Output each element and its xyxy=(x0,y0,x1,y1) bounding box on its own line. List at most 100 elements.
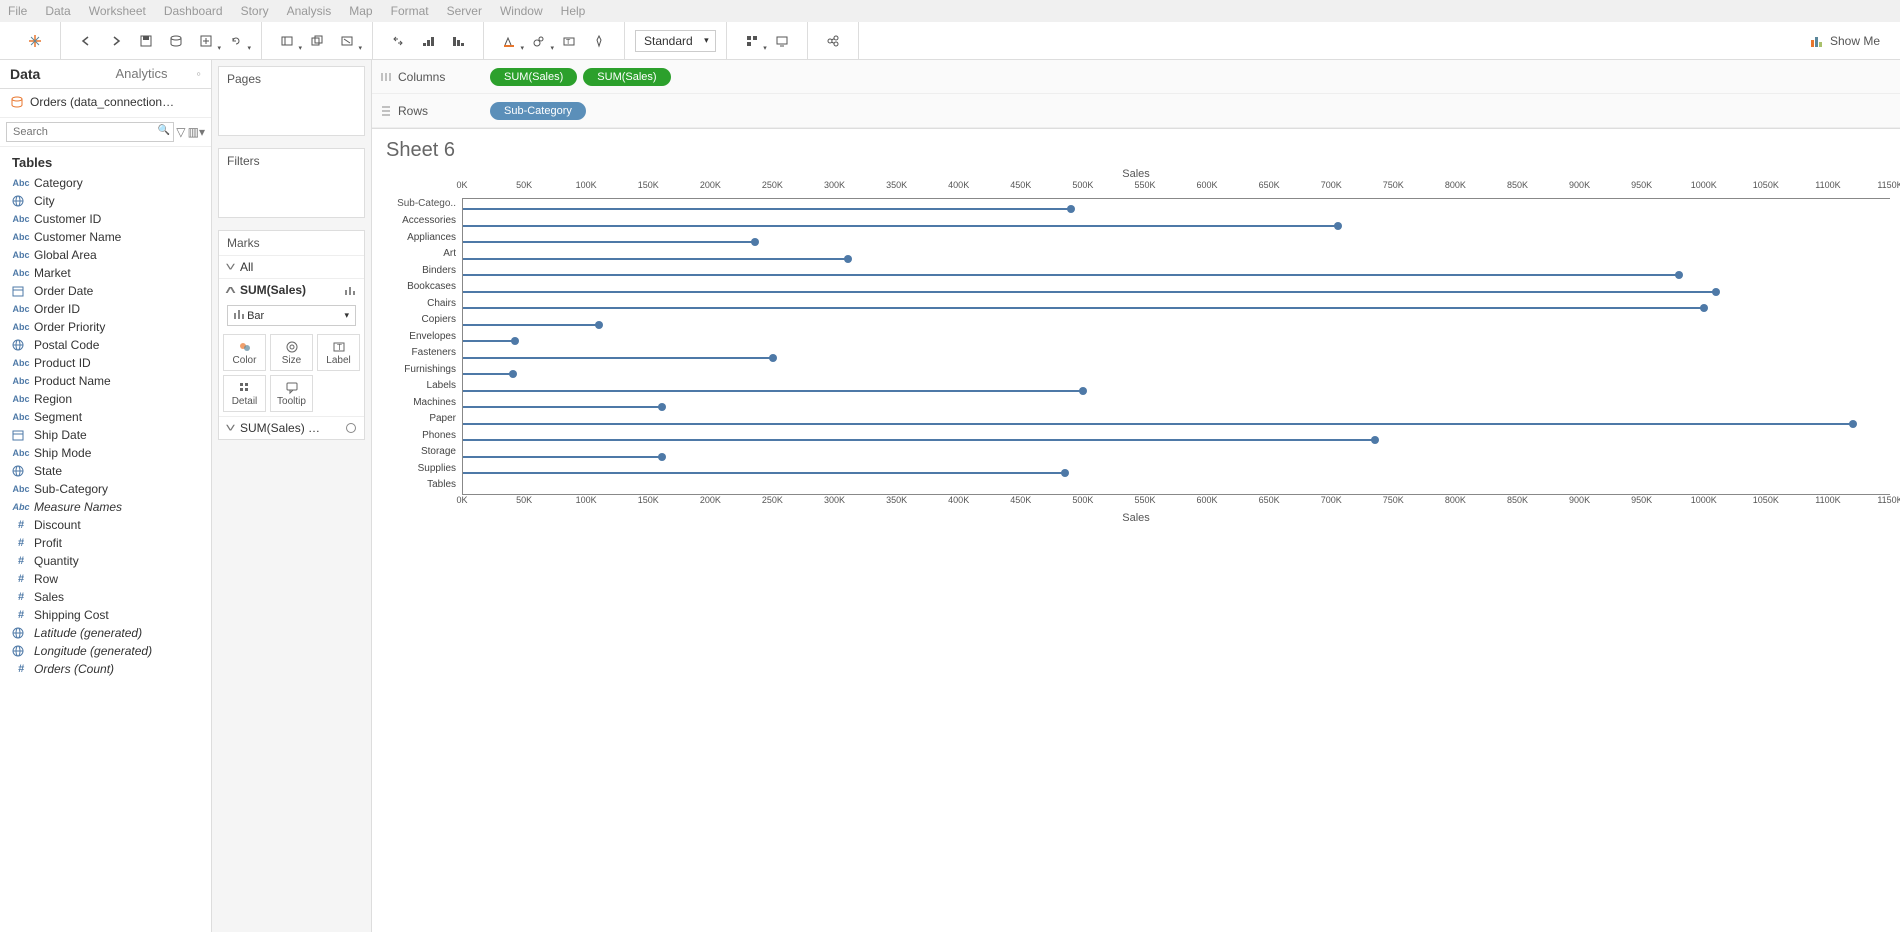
refresh-icon[interactable] xyxy=(223,28,249,54)
field-product-name[interactable]: AbcProduct Name xyxy=(4,372,207,390)
pin-icon[interactable] xyxy=(586,28,612,54)
swap-axes-icon[interactable] xyxy=(385,28,411,54)
back-icon[interactable] xyxy=(73,28,99,54)
field-type-icon xyxy=(12,285,30,297)
marks-sum-sales-1[interactable]: SUM(Sales) xyxy=(219,278,364,301)
new-worksheet-icon[interactable] xyxy=(193,28,219,54)
field-type-icon: Abc xyxy=(12,447,30,459)
swap-icon[interactable] xyxy=(274,28,300,54)
menu-worksheet[interactable]: Worksheet xyxy=(89,4,146,18)
menu-map[interactable]: Map xyxy=(349,4,372,18)
field-market[interactable]: AbcMarket xyxy=(4,264,207,282)
sheet-title[interactable]: Sheet 6 xyxy=(372,129,1900,168)
fit-select[interactable]: Standard xyxy=(635,30,716,52)
search-input[interactable] xyxy=(6,122,174,142)
menu-story[interactable]: Story xyxy=(241,4,269,18)
tables-header: Tables xyxy=(0,147,211,174)
field-global-area[interactable]: AbcGlobal Area xyxy=(4,246,207,264)
rows-shelf[interactable]: Rows Sub-Category xyxy=(372,94,1900,128)
marks-sum-sales-2[interactable]: SUM(Sales) … xyxy=(219,416,364,439)
field-orders-count-[interactable]: #Orders (Count) xyxy=(4,660,207,678)
forward-icon[interactable] xyxy=(103,28,129,54)
duplicate-icon[interactable] xyxy=(304,28,330,54)
tooltip-icon xyxy=(271,380,312,396)
pages-card[interactable]: Pages xyxy=(218,66,365,136)
field-state[interactable]: State xyxy=(4,462,207,480)
menu-data[interactable]: Data xyxy=(45,4,70,18)
save-icon[interactable] xyxy=(133,28,159,54)
tableau-logo-icon[interactable] xyxy=(22,28,48,54)
field-quantity[interactable]: #Quantity xyxy=(4,552,207,570)
menu-help[interactable]: Help xyxy=(561,4,586,18)
bar-row xyxy=(463,317,1890,334)
field-ship-date[interactable]: Ship Date xyxy=(4,426,207,444)
pill-sum-sales-[interactable]: SUM(Sales) xyxy=(583,68,670,86)
columns-shelf[interactable]: Columns SUM(Sales)SUM(Sales) xyxy=(372,60,1900,94)
field-type-icon: Abc xyxy=(12,393,30,405)
marks-all[interactable]: All xyxy=(219,255,364,278)
datasource-row[interactable]: Orders (data_connection… xyxy=(0,89,211,118)
field-segment[interactable]: AbcSegment xyxy=(4,408,207,426)
field-order-id[interactable]: AbcOrder ID xyxy=(4,300,207,318)
field-customer-name[interactable]: AbcCustomer Name xyxy=(4,228,207,246)
tab-data[interactable]: Data xyxy=(0,60,106,88)
field-category[interactable]: AbcCategory xyxy=(4,174,207,192)
filters-card[interactable]: Filters xyxy=(218,148,365,218)
sort-desc-icon[interactable] xyxy=(445,28,471,54)
share-icon[interactable] xyxy=(820,28,846,54)
field-type-icon: Abc xyxy=(12,501,30,513)
menu-server[interactable]: Server xyxy=(447,4,482,18)
field-order-priority[interactable]: AbcOrder Priority xyxy=(4,318,207,336)
bar-icon xyxy=(234,309,244,319)
menu-dashboard[interactable]: Dashboard xyxy=(164,4,223,18)
field-sales[interactable]: #Sales xyxy=(4,588,207,606)
menu-window[interactable]: Window xyxy=(500,4,543,18)
field-row[interactable]: #Row xyxy=(4,570,207,588)
field-profit[interactable]: #Profit xyxy=(4,534,207,552)
field-longitude-generated-[interactable]: Longitude (generated) xyxy=(4,642,207,660)
mark-type-select[interactable]: Bar ▾ xyxy=(227,305,356,326)
menu-format[interactable]: Format xyxy=(391,4,429,18)
field-latitude-generated-[interactable]: Latitude (generated) xyxy=(4,624,207,642)
field-order-date[interactable]: Order Date xyxy=(4,282,207,300)
highlight-icon[interactable] xyxy=(496,28,522,54)
label-icon[interactable]: T xyxy=(556,28,582,54)
menu-analysis[interactable]: Analysis xyxy=(287,4,332,18)
field-region[interactable]: AbcRegion xyxy=(4,390,207,408)
mark-size-button[interactable]: Size xyxy=(270,334,313,371)
bar-row xyxy=(463,333,1890,350)
field-type-icon xyxy=(12,195,30,207)
field-postal-code[interactable]: Postal Code xyxy=(4,336,207,354)
axis-title-top: Sales xyxy=(382,168,1890,180)
field-type-icon: Abc xyxy=(12,357,30,369)
cards-column: Pages Filters Marks All SUM(Sales) Bar ▾… xyxy=(212,60,372,932)
mark-label-button[interactable]: TLabel xyxy=(317,334,360,371)
filter-icon[interactable]: ▽ xyxy=(174,125,188,139)
field-discount[interactable]: #Discount xyxy=(4,516,207,534)
field-ship-mode[interactable]: AbcShip Mode xyxy=(4,444,207,462)
menu-file[interactable]: File xyxy=(8,4,27,18)
presentation-icon[interactable] xyxy=(769,28,795,54)
chart-plot[interactable] xyxy=(462,198,1890,494)
mark-color-button[interactable]: Color xyxy=(223,334,266,371)
show-me-button[interactable]: Show Me xyxy=(1810,34,1880,48)
field-product-id[interactable]: AbcProduct ID xyxy=(4,354,207,372)
group-icon[interactable] xyxy=(526,28,552,54)
field-city[interactable]: City xyxy=(4,192,207,210)
mark-tooltip-button[interactable]: Tooltip xyxy=(270,375,313,412)
new-datasource-icon[interactable] xyxy=(163,28,189,54)
sort-asc-icon[interactable] xyxy=(415,28,441,54)
chart-area[interactable]: Sales0K50K100K150K200K250K300K350K400K45… xyxy=(372,168,1900,932)
view-toggle-icon[interactable]: ▥▾ xyxy=(188,125,205,139)
cards-icon[interactable] xyxy=(739,28,765,54)
field-shipping-cost[interactable]: #Shipping Cost xyxy=(4,606,207,624)
field-customer-id[interactable]: AbcCustomer ID xyxy=(4,210,207,228)
pill-sub-category[interactable]: Sub-Category xyxy=(490,102,586,120)
mark-detail-button[interactable]: Detail xyxy=(223,375,266,412)
field-type-icon: # xyxy=(12,573,30,585)
clear-icon[interactable] xyxy=(334,28,360,54)
field-sub-category[interactable]: AbcSub-Category xyxy=(4,480,207,498)
pill-sum-sales-[interactable]: SUM(Sales) xyxy=(490,68,577,86)
field-measure-names[interactable]: AbcMeasure Names xyxy=(4,498,207,516)
tab-analytics[interactable]: Analytics ◦ xyxy=(106,60,212,88)
